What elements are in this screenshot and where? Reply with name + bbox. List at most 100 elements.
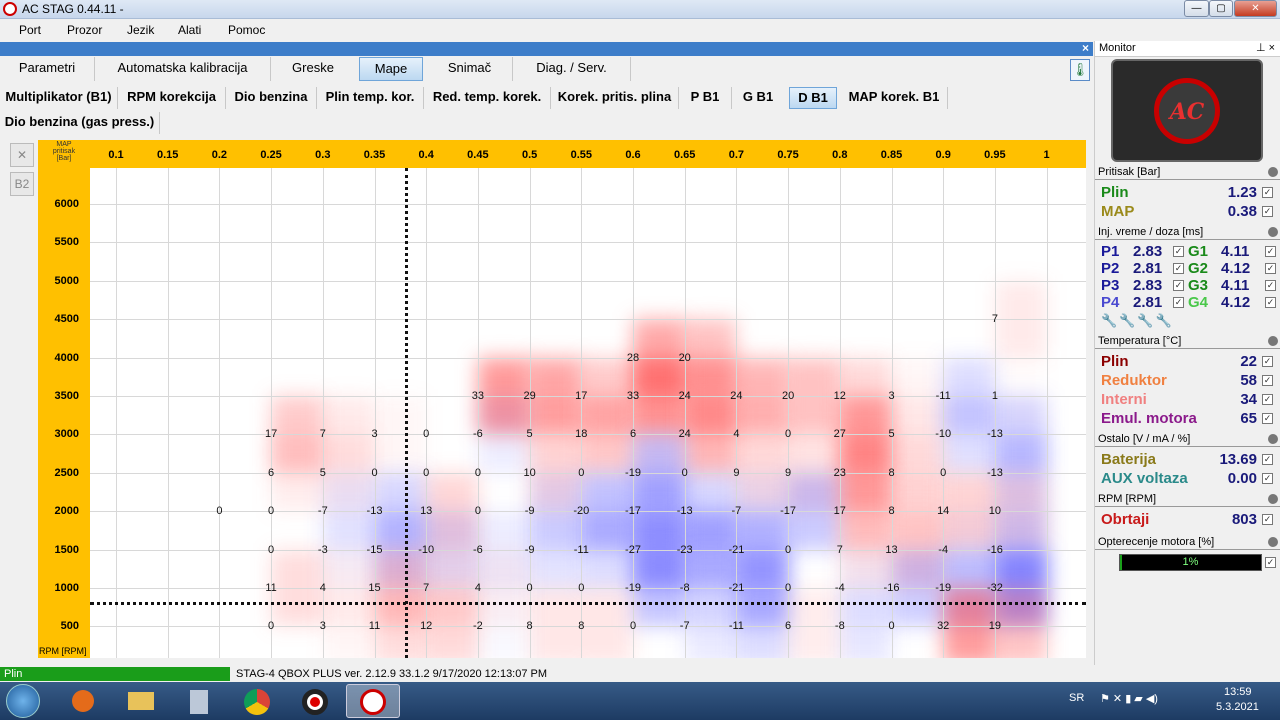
map-cell-value[interactable]: -32 — [987, 582, 1003, 594]
checkbox[interactable]: ✓ — [1173, 246, 1184, 257]
checkbox[interactable]: ✓ — [1262, 375, 1273, 386]
checkbox[interactable]: ✓ — [1262, 454, 1273, 465]
map-cell-value[interactable]: -19 — [935, 582, 951, 594]
tab-greske[interactable]: Greske — [271, 57, 355, 81]
map-cell-value[interactable]: 7 — [992, 313, 998, 325]
map-cell-value[interactable]: 4 — [733, 428, 739, 440]
menu-pomoc[interactable]: Pomoc — [228, 23, 265, 37]
map-cell-value[interactable]: 24 — [679, 428, 691, 440]
checkbox[interactable]: ✓ — [1265, 246, 1276, 257]
map-plot[interactable]: 7 28 20 33 29 17 33 24 24 20 12 3 -11 1 17 7 3 0 -6 5 18 6 24 4… — [90, 168, 1086, 658]
map-cell-value[interactable]: 17 — [265, 428, 277, 440]
checkbox[interactable]: ✓ — [1265, 297, 1276, 308]
checkbox[interactable]: ✓ — [1265, 280, 1276, 291]
map-cell-value[interactable]: 0 — [268, 544, 274, 556]
map-cell-value[interactable]: 7 — [423, 582, 429, 594]
map-cell-value[interactable]: 3 — [320, 620, 326, 632]
chrome-icon[interactable] — [230, 684, 284, 718]
map-cell-value[interactable]: -3 — [318, 544, 328, 556]
map-cell-value[interactable]: -4 — [835, 582, 845, 594]
record-icon[interactable] — [288, 684, 342, 718]
map-cell-value[interactable]: 0 — [940, 467, 946, 479]
map-cell-value[interactable]: -11 — [936, 390, 951, 402]
map-cell-value[interactable]: 9 — [785, 467, 791, 479]
map-cell-value[interactable]: -11 — [729, 620, 744, 632]
map-cell-value[interactable]: -2 — [473, 620, 483, 632]
map-cell-value[interactable]: 13 — [885, 544, 897, 556]
tab-diag-serv[interactable]: Diag. / Serv. — [513, 57, 631, 81]
map-cell-value[interactable]: 0 — [423, 467, 429, 479]
map-cell-value[interactable]: 32 — [937, 620, 949, 632]
map-cell-value[interactable]: -13 — [367, 505, 383, 517]
checkbox[interactable]: ✓ — [1262, 413, 1273, 424]
map-cell-value[interactable]: -6 — [473, 544, 483, 556]
map-cell-value[interactable]: 28 — [627, 352, 639, 364]
map-cell-value[interactable]: 8 — [888, 467, 894, 479]
pin-close-icon[interactable]: ⊥ × — [1256, 41, 1275, 54]
map-cell-value[interactable]: 3 — [371, 428, 377, 440]
menu-prozor[interactable]: Prozor — [67, 23, 102, 37]
map-cell-value[interactable]: 6 — [268, 467, 274, 479]
menu-jezik[interactable]: Jezik — [127, 23, 154, 37]
map-cell-value[interactable]: 13 — [420, 505, 432, 517]
map-cell-value[interactable]: 23 — [834, 467, 846, 479]
bank2-button[interactable]: B2 — [10, 172, 34, 196]
map-cell-value[interactable]: 0 — [268, 620, 274, 632]
map-cell-value[interactable]: 4 — [475, 582, 481, 594]
tab-mape[interactable]: Mape — [359, 57, 423, 81]
checkbox[interactable]: ✓ — [1173, 297, 1184, 308]
tab-parametri[interactable]: Parametri — [0, 57, 95, 81]
map-cell-value[interactable]: 33 — [472, 390, 484, 402]
subtab-korek-pritis-plina[interactable]: Korek. pritis. plina — [551, 87, 679, 109]
subtab-plin-temp-kor[interactable]: Plin temp. kor. — [317, 87, 424, 109]
map-cell-value[interactable]: 8 — [888, 505, 894, 517]
checkbox[interactable]: ✓ — [1262, 206, 1273, 217]
checkbox[interactable]: ✓ — [1262, 187, 1273, 198]
map-cell-value[interactable]: 1 — [992, 390, 998, 402]
map-cell-value[interactable]: 20 — [679, 352, 691, 364]
map-cell-value[interactable]: -7 — [680, 620, 690, 632]
map-cell-value[interactable]: -4 — [938, 544, 948, 556]
map-cell-value[interactable]: 5 — [527, 428, 533, 440]
map-cell-value[interactable]: 0 — [578, 467, 584, 479]
map-cell-value[interactable]: -10 — [418, 544, 434, 556]
checkbox[interactable]: ✓ — [1173, 263, 1184, 274]
map-cell-value[interactable]: 33 — [627, 390, 639, 402]
map-cell-value[interactable]: 12 — [420, 620, 432, 632]
map-cell-value[interactable]: 7 — [837, 544, 843, 556]
map-cell-value[interactable]: 0 — [216, 505, 222, 517]
map-cell-value[interactable]: -13 — [677, 505, 693, 517]
map-cell-value[interactable]: 0 — [527, 582, 533, 594]
map-cell-value[interactable]: 0 — [785, 544, 791, 556]
map-cell-value[interactable]: 17 — [575, 390, 587, 402]
map-cell-value[interactable]: -19 — [625, 467, 641, 479]
menu-port[interactable]: Port — [19, 23, 41, 37]
subtab-dio-benzina[interactable]: Dio benzina — [226, 87, 317, 109]
minimize-button[interactable]: — — [1184, 0, 1209, 17]
clear-map-icon[interactable]: ✕ — [10, 143, 34, 167]
map-cell-value[interactable]: 10 — [989, 505, 1001, 517]
map-cell-value[interactable]: 24 — [730, 390, 742, 402]
menu-alati[interactable]: Alati — [178, 23, 201, 37]
map-cell-value[interactable]: 0 — [785, 582, 791, 594]
checkbox[interactable]: ✓ — [1173, 280, 1184, 291]
map-cell-value[interactable]: -17 — [780, 505, 796, 517]
tab-automatska-kalibracija[interactable]: Automatska kalibracija — [95, 57, 271, 81]
map-cell-value[interactable]: 5 — [320, 467, 326, 479]
checkbox[interactable]: ✓ — [1265, 557, 1276, 568]
map-cell-value[interactable]: -27 — [625, 544, 641, 556]
thermometer-icon[interactable]: 🌡 — [1070, 59, 1090, 81]
map-cell-value[interactable]: 10 — [523, 467, 535, 479]
map-cell-value[interactable]: -11 — [574, 544, 589, 556]
map-cell-value[interactable]: 4 — [320, 582, 326, 594]
subtab-rpm-korekcija[interactable]: RPM korekcija — [118, 87, 226, 109]
explorer-icon[interactable] — [114, 684, 168, 718]
map-cell-value[interactable]: 15 — [368, 582, 380, 594]
subtab-map-korek-b1[interactable]: MAP korek. B1 — [841, 87, 948, 109]
map-cell-value[interactable]: 0 — [268, 505, 274, 517]
checkbox[interactable]: ✓ — [1262, 473, 1273, 484]
map-cell-value[interactable]: -15 — [367, 544, 383, 556]
map-cell-value[interactable]: -23 — [677, 544, 693, 556]
tab-snimac[interactable]: Snimač — [427, 57, 513, 81]
checkbox[interactable]: ✓ — [1265, 263, 1276, 274]
